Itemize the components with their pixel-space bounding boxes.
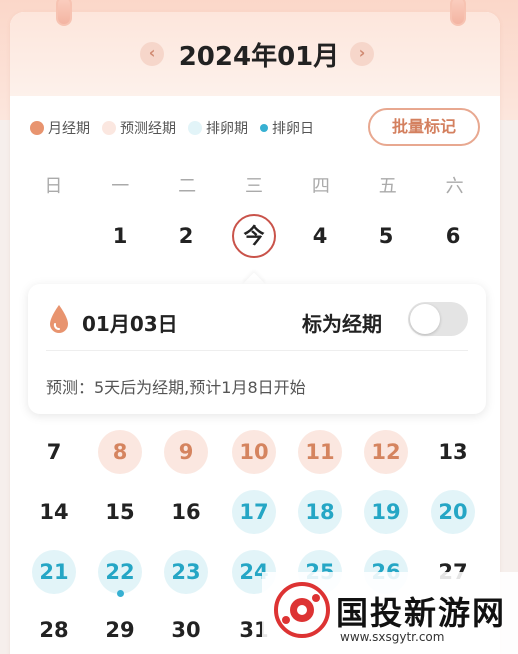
- popup-divider: [46, 350, 468, 351]
- day-cell[interactable]: 16: [164, 490, 208, 534]
- legend-label: 排卵期: [206, 121, 248, 137]
- watermark-url: www.sxsgytr.com: [340, 630, 445, 644]
- binder-ring-left: [56, 0, 72, 26]
- toggle-knob: [410, 304, 440, 334]
- prediction-text: 预测：5天后为经期,预计1月8日开始: [46, 378, 306, 397]
- legend-label: 月经期: [48, 121, 90, 137]
- day-cell[interactable]: 19: [364, 490, 408, 534]
- day-cell[interactable]: 28: [32, 608, 76, 652]
- month-title: 2024年01月: [178, 42, 340, 72]
- today-cell[interactable]: 今: [232, 214, 276, 258]
- day-cell[interactable]: 10: [232, 430, 276, 474]
- day-cell[interactable]: 7: [32, 430, 76, 474]
- mark-period-label: 标为经期: [302, 312, 382, 336]
- watermark-text: 国投新游网: [336, 594, 507, 632]
- day-cell[interactable]: 8: [98, 430, 142, 474]
- watermark-logo-icon: [274, 582, 330, 638]
- day-cell[interactable]: 17: [232, 490, 276, 534]
- weekday-label: 三: [245, 176, 263, 197]
- day-cell[interactable]: 4: [298, 214, 342, 258]
- legend-period: 月经期: [30, 118, 90, 138]
- day-cell[interactable]: 12: [364, 430, 408, 474]
- weekday-label: 四: [311, 176, 330, 197]
- binder-ring-right: [450, 0, 466, 26]
- day-cell[interactable]: 30: [164, 608, 208, 652]
- weekday-label: 一: [111, 176, 130, 197]
- day-cell[interactable]: 11: [298, 430, 342, 474]
- day-cell[interactable]: 5: [364, 214, 408, 258]
- day-cell[interactable]: 15: [98, 490, 142, 534]
- legend-ovulation-day: 排卵日: [260, 118, 314, 138]
- weekday-label: 五: [378, 176, 397, 197]
- popup-date: 01月03日: [82, 312, 178, 336]
- legend-dot-predicted: [102, 121, 116, 135]
- ovulation-day-dot: [117, 590, 124, 597]
- legend-predicted: 预测经期: [102, 118, 176, 138]
- weekday-header: 日 一 二 三 四 五 六: [20, 172, 488, 198]
- day-cell[interactable]: 21: [32, 550, 76, 594]
- chevron-right-icon: ›: [358, 43, 366, 62]
- day-cell[interactable]: 1: [98, 214, 142, 258]
- weekday-label: 二: [178, 176, 197, 197]
- weekday-label: 日: [44, 176, 63, 197]
- day-cell[interactable]: 20: [431, 490, 475, 534]
- day-cell[interactable]: 2: [164, 214, 208, 258]
- mark-period-toggle[interactable]: [408, 302, 468, 336]
- legend-label: 排卵日: [272, 121, 314, 137]
- legend-dot-ovulation-period: [188, 121, 202, 135]
- legend-dot-period: [30, 121, 44, 135]
- day-detail-popup: 01月03日 标为经期 预测：5天后为经期,预计1月8日开始: [28, 284, 486, 414]
- day-cell[interactable]: 14: [32, 490, 76, 534]
- day-cell[interactable]: 6: [431, 214, 475, 258]
- day-cell[interactable]: 29: [98, 608, 142, 652]
- legend-label: 预测经期: [120, 121, 176, 137]
- batch-mark-button[interactable]: 批量标记: [368, 108, 480, 146]
- drop-icon: [50, 305, 68, 333]
- legend-ovulation-period: 排卵期: [188, 118, 248, 138]
- day-cell[interactable]: 23: [164, 550, 208, 594]
- legend: 月经期 预测经期 排卵期 排卵日: [30, 118, 326, 138]
- day-cell[interactable]: 9: [164, 430, 208, 474]
- day-cell[interactable]: 18: [298, 490, 342, 534]
- next-month-button[interactable]: ›: [350, 42, 374, 66]
- day-cell[interactable]: 22: [98, 550, 142, 594]
- day-cell[interactable]: 13: [431, 430, 475, 474]
- legend-dot-ovulation-day: [260, 124, 268, 132]
- weekday-label: 六: [445, 176, 464, 197]
